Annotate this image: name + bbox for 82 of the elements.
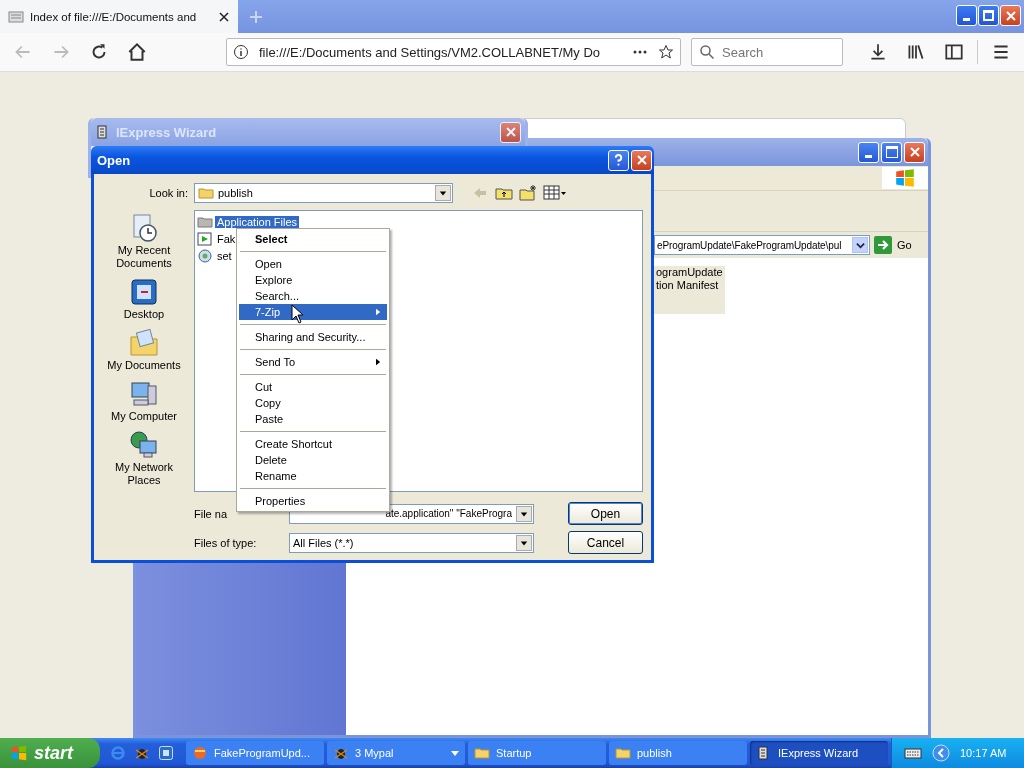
page-icon: [8, 8, 24, 25]
browser-tab[interactable]: Index of file:///E:/Documents and: [0, 0, 238, 33]
close-button[interactable]: [631, 149, 652, 171]
taskbar-button[interactable]: 3 Mypal: [327, 741, 465, 765]
windows-logo-icon: [10, 744, 28, 762]
place-item[interactable]: My Recent Documents: [99, 212, 189, 270]
menu-item[interactable]: Create Shortcut: [239, 436, 387, 452]
place-item[interactable]: Desktop: [99, 276, 189, 321]
folder-icon: [615, 745, 631, 761]
dropdown-icon: [520, 538, 528, 547]
close-button[interactable]: [500, 121, 521, 143]
close-icon[interactable]: [218, 10, 230, 23]
close-icon: [635, 154, 648, 166]
star-icon[interactable]: [658, 44, 674, 60]
view-menu-icon[interactable]: [543, 184, 567, 202]
dialog-title: Open: [97, 152, 131, 168]
menu-item[interactable]: Search...: [239, 288, 387, 304]
file-type-label: Files of type:: [194, 536, 258, 549]
menu-item[interactable]: Send To: [239, 354, 387, 370]
submenu-arrow-icon: [376, 358, 381, 366]
menu-item[interactable]: Copy: [239, 395, 387, 411]
menu-item[interactable]: Cut: [239, 379, 387, 395]
menu-item[interactable]: Open: [239, 256, 387, 272]
menu-item[interactable]: Sharing and Security...: [239, 329, 387, 345]
open-button[interactable]: Open: [568, 502, 643, 525]
application-icon: [197, 230, 213, 247]
folder-icon: [474, 745, 490, 761]
setup-icon: [197, 247, 213, 264]
arrow-icon: [874, 236, 892, 254]
desktop-icon[interactable]: [158, 745, 174, 761]
cancel-button[interactable]: Cancel: [568, 531, 643, 554]
close-icon: [908, 146, 921, 158]
submenu-arrow-icon: [376, 308, 381, 316]
dropdown-icon: [520, 509, 528, 518]
place-item[interactable]: My Documents: [99, 327, 189, 372]
look-in-label: Look in:: [148, 187, 188, 199]
menu-item[interactable]: Explore: [239, 272, 387, 288]
file-name[interactable]: Application Files: [215, 215, 300, 228]
folder-icon: [128, 327, 160, 359]
file-type-dropdown[interactable]: All Files (*.*): [289, 532, 534, 553]
restore-button[interactable]: [978, 5, 999, 26]
file-name[interactable]: set: [215, 249, 234, 262]
caret-icon: [451, 750, 459, 756]
file-name-label: File na: [194, 507, 229, 520]
place-item[interactable]: My Network Places: [99, 429, 189, 487]
file-item[interactable]: ogramUpdate tion Manifest: [654, 266, 725, 314]
taskbar-button[interactable]: IExpress Wizard: [750, 741, 888, 765]
clock: 10:17 AM: [960, 747, 1007, 759]
close-icon: [1004, 9, 1017, 22]
menu-item[interactable]: Rename: [239, 468, 387, 484]
close-icon: [504, 126, 517, 138]
search-icon: [699, 44, 715, 60]
info-icon[interactable]: [233, 44, 249, 60]
question-mark-icon: [613, 153, 624, 167]
address-field[interactable]: eProgramUpdate\FakeProgramUpdate\pul: [654, 235, 870, 255]
address-bar[interactable]: file:///E:/Documents and Settings/VM2.COLLABNET/My Do: [226, 38, 681, 66]
place-item[interactable]: My Computer: [99, 378, 189, 423]
window-title: IExpress Wizard: [116, 124, 217, 140]
menu-item[interactable]: Paste: [239, 411, 387, 427]
mouse-pointer-icon: [291, 304, 303, 324]
menu-item[interactable]: Select: [239, 231, 387, 247]
taskbar-button[interactable]: publish: [609, 741, 747, 765]
taskbar-button[interactable]: FakeProgramUpd...: [186, 741, 324, 765]
network-computer-icon: [128, 429, 160, 461]
chevron-icon[interactable]: [932, 744, 950, 762]
dropdown-icon: [855, 240, 865, 250]
windows-logo-icon: [882, 167, 928, 189]
help-button[interactable]: [608, 149, 629, 171]
look-in-dropdown[interactable]: publish: [194, 183, 453, 203]
dropdown-icon: [439, 189, 447, 197]
folder-icon: [198, 185, 214, 201]
globe-icon: [192, 745, 208, 761]
go-button[interactable]: Go: [874, 236, 924, 254]
close-button[interactable]: [1000, 5, 1021, 26]
minimize-button[interactable]: [956, 5, 977, 26]
menu-item[interactable]: 7-Zip: [239, 304, 387, 320]
desktop-icon: [128, 276, 160, 308]
menu-item[interactable]: Delete: [239, 452, 387, 468]
file-name[interactable]: Fak: [215, 232, 238, 245]
new-folder-icon[interactable]: [519, 184, 537, 202]
search-field[interactable]: Search: [691, 38, 843, 66]
taskbar-button[interactable]: Startup: [468, 741, 606, 765]
